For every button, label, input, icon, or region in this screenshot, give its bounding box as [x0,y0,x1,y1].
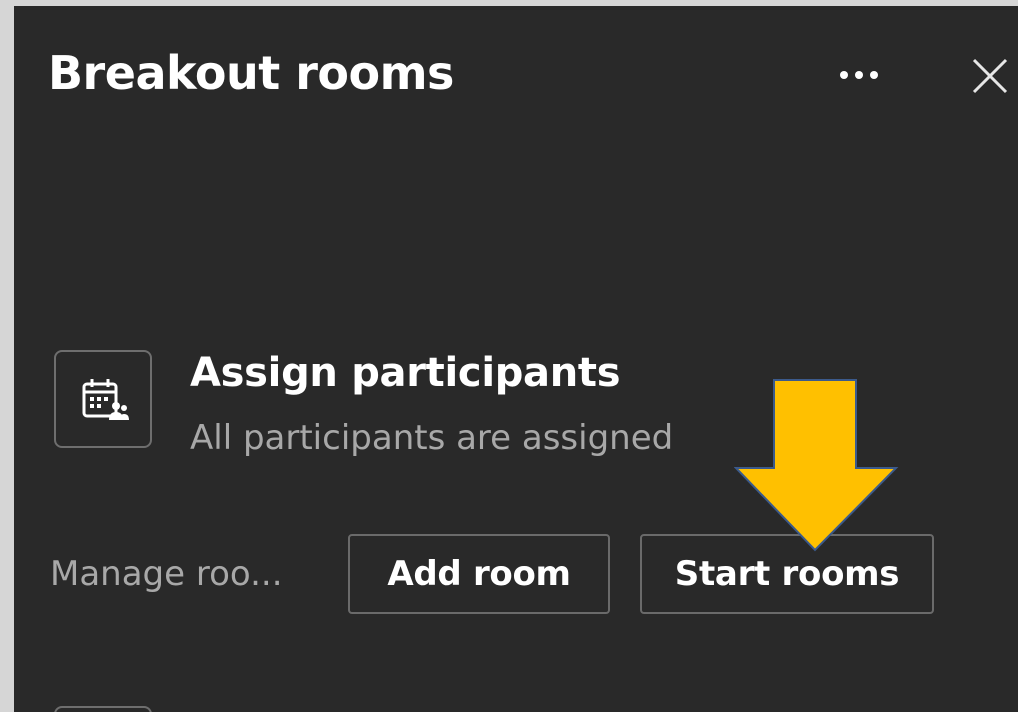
calendar-people-icon [82,379,129,420]
panel-title: Breakout rooms [48,46,454,100]
breakout-rooms-panel: Breakout rooms Assign participants All p… [14,6,1018,712]
more-horizontal-icon [840,71,878,79]
next-room-icon-container [54,706,152,712]
more-options-button[interactable] [824,58,894,92]
add-room-button[interactable]: Add room [348,534,610,614]
manage-rooms-label[interactable]: Manage roo... [50,554,283,594]
assign-participants-title: Assign participants [190,350,621,396]
assign-participants-status: All participants are assigned [190,418,674,458]
close-icon [972,58,1008,94]
down-arrow-icon [734,379,899,552]
close-button[interactable] [966,52,1014,100]
assign-icon-container [54,350,152,448]
